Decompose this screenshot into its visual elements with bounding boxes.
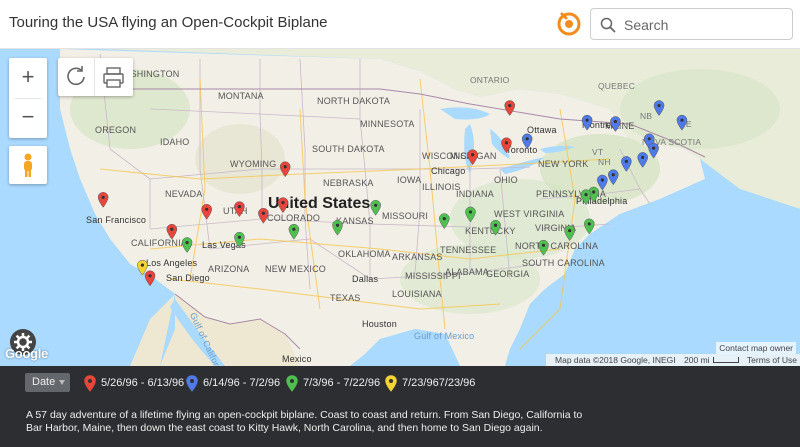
map-marker[interactable] <box>332 219 343 236</box>
map-canvas[interactable]: United States WASHINGTON MONTANA NORTH D… <box>0 49 800 366</box>
map-data-text: Map data ©2018 Google, INEGI <box>555 355 676 365</box>
legend-label: 7/23/967/23/96 <box>402 377 476 389</box>
print-button[interactable] <box>95 58 132 96</box>
map-marker[interactable] <box>277 197 289 214</box>
legend-label: 6/14/96 - 7/2/96 <box>203 377 281 389</box>
map-marker[interactable] <box>501 137 512 154</box>
street-view-pegman[interactable] <box>9 146 47 184</box>
map-marker[interactable] <box>653 100 665 116</box>
scale-text: 200 mi <box>684 355 710 365</box>
green-marker-icon <box>286 375 298 392</box>
page-title: Touring the USA flying an Open-Cockpit B… <box>9 14 328 31</box>
description-panel: A 57 day adventure of a lifetime flying … <box>0 399 800 447</box>
circle-logo-icon[interactable] <box>556 10 582 36</box>
map-tools <box>58 58 133 96</box>
map-marker[interactable] <box>621 156 632 172</box>
zoom-control: + − <box>9 58 47 138</box>
yellow-marker-icon <box>385 375 397 392</box>
map-marker[interactable] <box>439 213 450 230</box>
map-marker[interactable] <box>521 133 533 150</box>
map-marker[interactable] <box>608 169 619 186</box>
google-logo: Google <box>5 346 48 361</box>
map-marker[interactable] <box>144 270 156 287</box>
legend-label: 5/26/96 - 6/13/96 <box>101 377 185 389</box>
map-marker[interactable] <box>279 161 291 178</box>
map-marker[interactable] <box>166 223 178 240</box>
contact-map-owner-link[interactable]: Contact map owner <box>716 342 796 354</box>
map-marker[interactable] <box>181 237 193 253</box>
map-marker[interactable] <box>538 239 549 256</box>
terms-link[interactable]: Terms of Use <box>747 355 797 365</box>
map-marker[interactable] <box>610 116 621 132</box>
map-marker[interactable] <box>648 142 659 159</box>
map-marker[interactable] <box>676 114 688 131</box>
chevron-down-icon <box>59 380 65 385</box>
date-filter-label: Date <box>32 376 56 388</box>
date-filter-dropdown[interactable]: Date <box>25 373 70 392</box>
blue-marker-icon <box>186 375 198 392</box>
map-marker[interactable] <box>234 231 245 248</box>
map-marker[interactable] <box>597 174 608 191</box>
map-marker[interactable] <box>465 206 476 223</box>
map-marker[interactable] <box>288 223 300 240</box>
map-marker[interactable] <box>201 204 212 220</box>
map-marker[interactable] <box>581 114 593 131</box>
map-marker[interactable] <box>580 189 592 206</box>
legend-bar: Date 5/26/96 - 6/13/96 6/14/96 - 7/2/96 … <box>0 366 800 399</box>
refresh-button[interactable] <box>58 58 95 96</box>
refresh-icon <box>67 66 85 86</box>
map-marker[interactable] <box>258 208 269 224</box>
map-markers-layer <box>97 100 688 287</box>
pegman-icon <box>24 153 32 177</box>
map-marker[interactable] <box>584 218 595 235</box>
description-text: A 57 day adventure of a lifetime flying … <box>26 409 583 434</box>
map-marker[interactable] <box>504 100 515 116</box>
map-marker[interactable] <box>637 152 648 168</box>
map-marker[interactable] <box>564 225 575 241</box>
app-header: Touring the USA flying an Open-Cockpit B… <box>0 0 800 49</box>
scale-bar <box>712 357 739 363</box>
legend-label: 7/3/96 - 7/22/96 <box>303 377 381 389</box>
red-marker-icon <box>84 375 96 392</box>
map-marker[interactable] <box>467 149 478 166</box>
zoom-divider <box>15 98 41 99</box>
map-marker[interactable] <box>97 192 109 208</box>
map-marker[interactable] <box>490 219 501 236</box>
zoom-in-button[interactable]: + <box>9 58 47 98</box>
search-input[interactable]: Search <box>590 8 793 40</box>
search-placeholder: Search <box>624 17 669 33</box>
map-attribution: Map data ©2018 Google, INEGI 200 mi Term… <box>546 354 800 366</box>
zoom-out-button[interactable]: − <box>9 98 47 138</box>
search-icon <box>600 17 616 33</box>
map-marker[interactable] <box>234 201 245 218</box>
map-marker[interactable] <box>370 200 381 216</box>
print-icon <box>103 67 124 88</box>
